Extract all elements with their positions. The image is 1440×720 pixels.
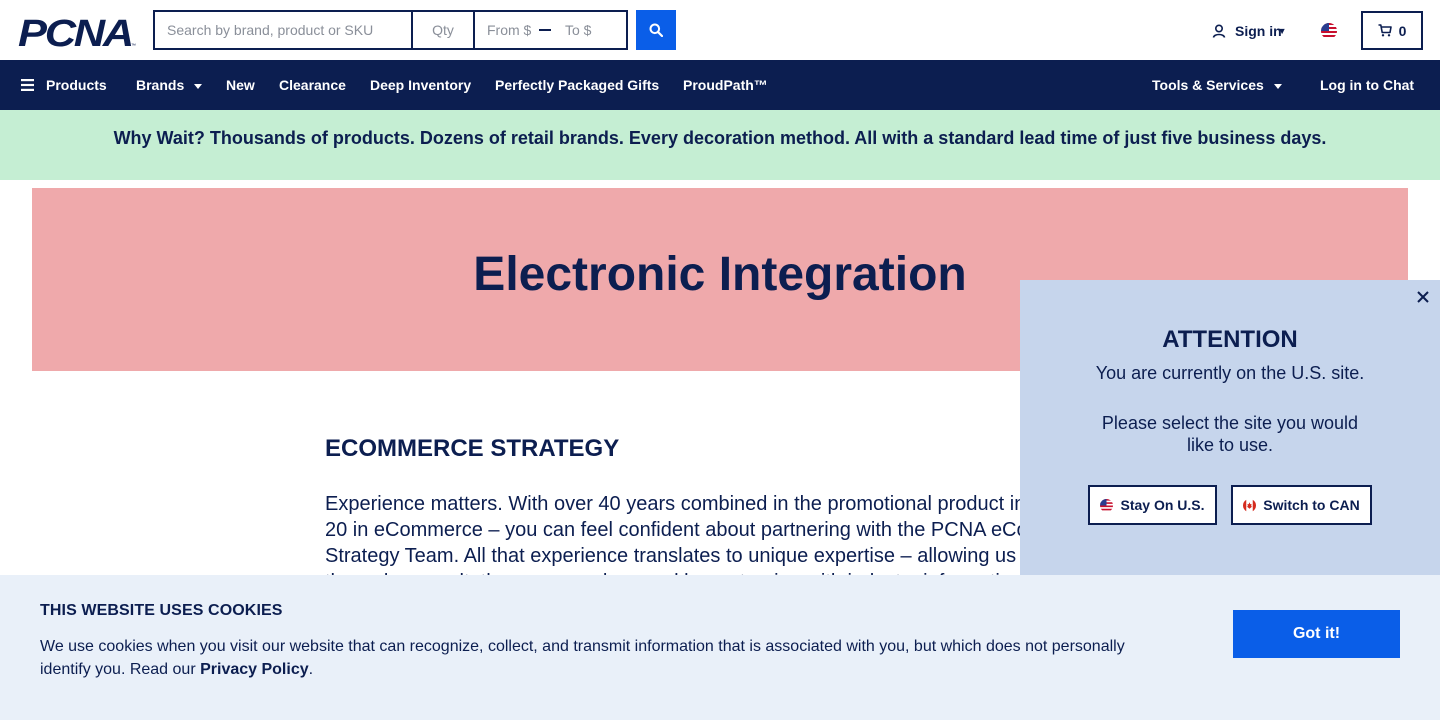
main-content: ECOMMERCE STRATEGY Experience matters. W… xyxy=(325,433,1125,595)
stay-us-button[interactable]: Stay On U.S. xyxy=(1088,485,1217,525)
nav-products-label: Products xyxy=(46,77,107,93)
accept-cookies-button[interactable]: Got it! xyxy=(1233,610,1400,658)
nav-products[interactable]: Products xyxy=(21,60,107,110)
popup-current-site: You are currently on the U.S. site. xyxy=(1095,363,1365,383)
cookie-period: . xyxy=(308,661,314,678)
cookie-banner: THIS WEBSITE USES COOKIES We use cookies… xyxy=(0,575,1440,720)
hamburger-icon xyxy=(21,79,34,91)
canada-flag-icon xyxy=(1243,498,1257,512)
nav-proudpath[interactable]: ProudPath™ xyxy=(683,60,768,110)
nav-tools-label: Tools & Services xyxy=(1152,77,1264,93)
promo-text: Why Wait? Thousands of products. Dozens … xyxy=(113,128,1327,148)
nav-chat-login[interactable]: Log in to Chat xyxy=(1320,60,1414,110)
cart-button[interactable]: 0 xyxy=(1361,11,1423,50)
main-nav: Products Brands New Clearance Deep Inven… xyxy=(0,60,1440,110)
switch-can-button[interactable]: Switch to CAN xyxy=(1231,485,1372,525)
page-title: Electronic Integration xyxy=(473,248,967,301)
nav-gifts-label: Perfectly Packaged Gifts xyxy=(495,77,660,93)
price-to-input[interactable] xyxy=(559,12,623,48)
price-range xyxy=(473,10,628,50)
svg-text:™: ™ xyxy=(131,43,136,49)
nav-brands[interactable]: Brands xyxy=(136,60,203,110)
nav-clearance-label: Clearance xyxy=(279,77,346,93)
nav-gifts[interactable]: Perfectly Packaged Gifts xyxy=(495,60,659,110)
privacy-policy-link[interactable]: Privacy Policy xyxy=(200,661,309,678)
us-flag-icon xyxy=(1100,498,1114,512)
close-icon[interactable] xyxy=(1416,290,1430,304)
nav-deep-inventory[interactable]: Deep Inventory xyxy=(370,60,471,110)
cookie-text: We use cookies when you visit our websit… xyxy=(40,635,1150,681)
us-flag-icon[interactable] xyxy=(1321,23,1337,39)
svg-text:PCNA: PCNA xyxy=(18,15,132,49)
section-heading: ECOMMERCE STRATEGY xyxy=(325,435,620,462)
promo-banner: Why Wait? Thousands of products. Dozens … xyxy=(0,110,1440,180)
nav-chat-label: Log in to Chat xyxy=(1320,77,1415,93)
user-icon xyxy=(1212,24,1226,38)
search-icon xyxy=(649,23,663,37)
caret-down-icon xyxy=(194,83,203,89)
qty-input[interactable] xyxy=(411,10,473,50)
cart-count: 0 xyxy=(1398,22,1407,39)
nav-clearance[interactable]: Clearance xyxy=(279,60,346,110)
stay-us-label: Stay On U.S. xyxy=(1120,497,1205,513)
switch-can-label: Switch to CAN xyxy=(1263,497,1360,513)
search-bar xyxy=(153,10,628,50)
nav-deep-inventory-label: Deep Inventory xyxy=(370,77,472,93)
popup-instruction: Please select the site you would like to… xyxy=(1101,413,1359,455)
cookie-title: THIS WEBSITE USES COOKIES xyxy=(40,602,283,619)
price-from-input[interactable] xyxy=(475,12,539,48)
nav-new-label: New xyxy=(226,77,255,93)
pcna-logo[interactable]: PCNA ™ xyxy=(18,15,138,49)
signin-label: Sign in xyxy=(1235,23,1282,39)
signin-button[interactable]: Sign in ▼ xyxy=(1212,20,1287,42)
site-selector-popup: ATTENTION You are currently on the U.S. … xyxy=(1020,280,1440,580)
nav-proudpath-label: ProudPath™ xyxy=(683,77,768,93)
caret-down-icon xyxy=(1273,83,1282,89)
nav-brands-label: Brands xyxy=(136,77,185,93)
range-dash xyxy=(539,29,551,31)
search-input[interactable] xyxy=(153,10,411,50)
search-button[interactable] xyxy=(636,10,676,50)
cart-icon xyxy=(1378,24,1392,37)
nav-new[interactable]: New xyxy=(226,60,255,110)
popup-title: ATTENTION xyxy=(1162,326,1298,353)
top-header: PCNA ™ Sign in ▼ xyxy=(0,0,1440,60)
chevron-down-icon: ▼ xyxy=(1277,26,1287,36)
nav-tools-services[interactable]: Tools & Services xyxy=(1152,60,1282,110)
